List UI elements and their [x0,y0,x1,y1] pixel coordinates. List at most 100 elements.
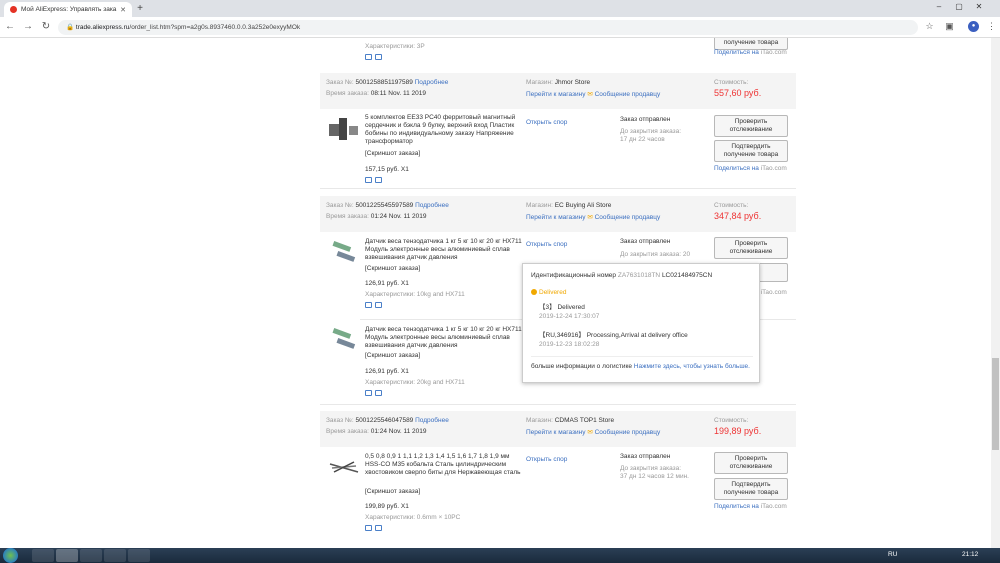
review-icon [375,54,382,60]
characteristics: Характеристики: 0.6mm × 10PC [365,514,461,521]
opera-task[interactable] [80,549,102,562]
characteristics: Характеристики: 20kg and HX711 [365,379,465,386]
menu-icon[interactable]: ⋮ [986,21,997,32]
divider [320,404,796,405]
close-tab-icon[interactable]: ✕ [120,6,126,14]
shop-name: EC Buying Ali Store [554,202,612,209]
message-seller-link[interactable]: Сообщение продавцу [595,429,661,436]
product-title-link[interactable]: 5 комплектов EE33 PC40 ферритовый магнит… [365,114,523,146]
product-title-link[interactable]: Датчик веса тензодатчика 1 кг 5 кг 10 кг… [365,326,523,350]
shop-name: Jhmor Store [554,79,591,86]
close-countdown: До закрытия заказа: 17 дн 22 часов [620,128,682,143]
event-code: 【RU,346916】 [539,332,585,339]
confirm-receipt-button[interactable]: Подтвердить получение товара [714,478,788,500]
tracking-id-value: ZA7631018TN [617,272,661,279]
taskbar: RU 21:12 [0,548,1000,563]
new-tab-button[interactable]: + [134,3,146,15]
clock[interactable]: 21:12 [962,551,978,558]
tracking-id-label: Идентификационный номер [531,272,617,279]
maximize-button[interactable]: ▢ [950,2,968,11]
share-link[interactable]: Поделиться на iTao.com [714,165,787,172]
forward-icon[interactable]: → [22,21,34,32]
product-image[interactable] [327,112,361,146]
order-actions-icons[interactable] [365,390,385,398]
order-time: 08:11 Nov. 11 2019 [370,90,426,97]
start-button[interactable] [3,548,18,563]
close-window-button[interactable]: ✕ [970,2,988,11]
go-to-shop-link[interactable]: Перейти к магазину [526,91,586,98]
order-actions-icons[interactable] [365,302,385,310]
extension-icon[interactable]: ▣ [944,21,955,32]
lock-icon: 🔒 [66,24,76,31]
scrollbar-thumb[interactable] [992,358,999,450]
characteristics: Характеристики: 3P [365,43,425,50]
more-info-link[interactable]: Нажмите здесь, чтобы узнать больше. [634,363,750,370]
minimize-button[interactable]: – [930,2,948,11]
order-header: Заказ №: 5001225546047589 Подробнее Врем… [320,411,796,447]
bookmark-star-icon[interactable]: ☆ [924,21,935,32]
product-image[interactable] [327,450,361,484]
event-time: 2019-12-23 18:02:28 [539,341,600,348]
aliexpress-favicon-icon [10,6,17,13]
go-to-shop-link[interactable]: Перейти к магазину [526,429,586,436]
open-dispute-link[interactable]: Открыть спор [526,119,567,126]
confirm-receipt-button[interactable]: Подтвердить получение товара [714,140,788,162]
product-price: 126,91 руб. X1 [365,280,409,287]
open-dispute-link[interactable]: Открыть спор [526,456,567,463]
tab-bar: Мой AliExpress: Управлять зака ✕ + – ▢ ✕ [0,0,1000,17]
screenshot-link[interactable]: [Скриншот заказа] [365,352,420,359]
shop-name: CDMAS TOP1 Store [554,417,615,424]
order-actions-icons[interactable] [365,525,385,533]
scrollbar[interactable] [991,38,1000,548]
event-code: 【3】 [539,304,556,311]
open-dispute-link[interactable]: Открыть спор [526,241,567,248]
order-status: Заказ отправлен [620,116,671,123]
browser-tab[interactable]: Мой AliExpress: Управлять зака ✕ [4,2,132,17]
message-seller-link[interactable]: Сообщение продавцу [595,91,661,98]
status-dot-icon [531,289,537,296]
back-icon[interactable]: ← [4,21,16,32]
track-button[interactable]: Проверить отслеживание [714,452,788,474]
tracking-number: LC021484975CN [661,272,713,279]
order-header: Заказ №: 5001258851197589 Подробнее Врем… [320,73,796,109]
message-seller-link[interactable]: Сообщение продавцу [595,214,661,221]
order-actions-icons[interactable] [365,54,385,62]
order-cost: 347,84 руб. [714,211,762,221]
product-image[interactable] [327,323,361,357]
track-button[interactable]: Проверить отслеживание [714,115,788,137]
task-item[interactable] [128,549,150,562]
track-button[interactable]: Проверить отслеживание [714,237,788,259]
details-link[interactable]: Подробнее [415,202,449,209]
reload-icon[interactable]: ↻ [40,21,52,32]
tab-title: Мой AliExpress: Управлять зака [21,6,117,13]
language-indicator[interactable]: RU [888,551,897,558]
order-status: Заказ отправлен [620,238,671,245]
screenshot-link[interactable]: [Скриншот заказа] [365,265,420,272]
share-link[interactable]: Поделиться на iTao.com [714,49,787,56]
address-toolbar: ← → ↻ 🔒 trade.aliexpress.ru/order_list.h… [0,17,1000,38]
details-link[interactable]: Подробнее [415,79,449,86]
screenshot-link[interactable]: [Скриншот заказа] [365,488,420,495]
product-title-link[interactable]: 0,5 0,8 0,9 1 1,1 1,2 1,3 1,4 1,5 1,6 1,… [365,453,523,477]
explorer-task[interactable] [32,549,54,562]
screenshot-link[interactable]: [Скриншот заказа] [365,150,420,157]
url-bar[interactable]: 🔒 trade.aliexpress.ru/order_list.htm?spm… [58,20,918,35]
details-link[interactable]: Подробнее [415,417,449,424]
close-countdown: До закрытия заказа: 37 дн 12 часов 12 ми… [620,465,689,480]
order-cost: 199,89 руб. [714,426,762,436]
chrome-task[interactable] [104,549,126,562]
share-link[interactable]: Поделиться на iTao.com [714,503,787,510]
order-cost: 557,60 руб. [714,88,762,98]
task-item[interactable] [56,549,78,562]
go-to-shop-link[interactable]: Перейти к магазину [526,214,586,221]
product-price: 157,15 руб. X1 [365,166,409,173]
avatar[interactable]: ● [968,21,979,32]
product-price: 126,91 руб. X1 [365,368,409,375]
product-image[interactable] [327,236,361,270]
product-title-link[interactable]: Датчик веса тензодатчика 1 кг 5 кг 10 кг… [365,238,523,262]
snapshot-icon [365,54,372,60]
event-time: 2019-12-24 17:30:07 [539,313,600,320]
tracking-popup: Идентификационный номер ZA7631018TN LC02… [522,263,760,383]
delivery-status: Delivered [539,289,567,296]
order-actions-icons[interactable] [365,177,385,185]
